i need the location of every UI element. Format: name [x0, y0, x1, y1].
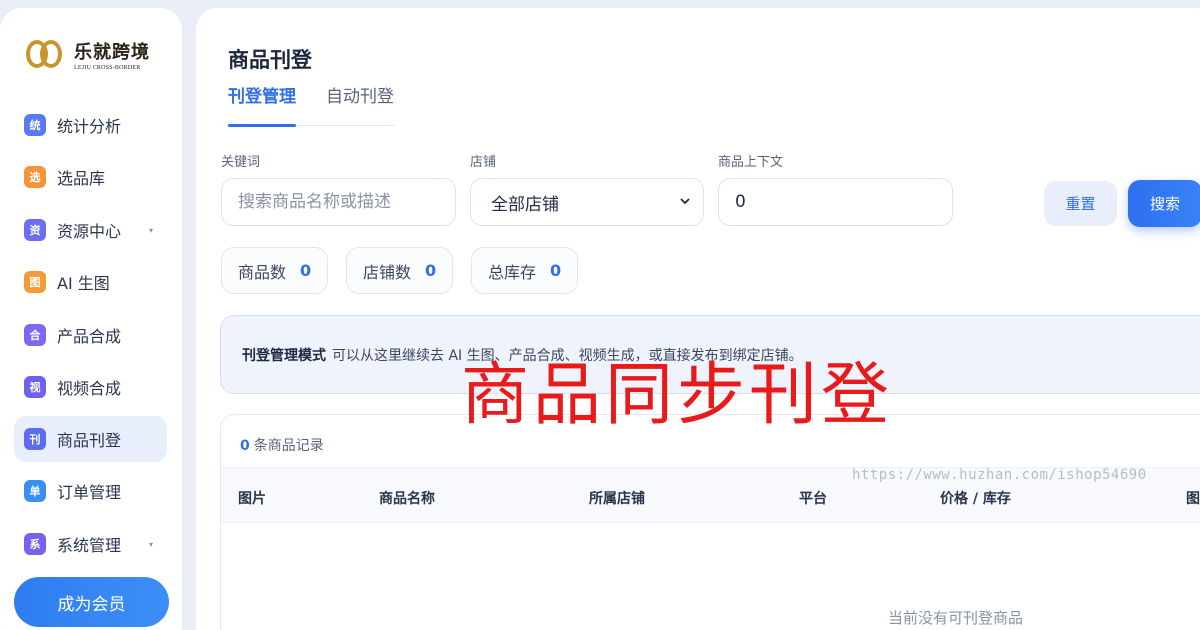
keyword-label: 关键词	[221, 155, 261, 170]
stat-label: 店铺数	[363, 262, 412, 282]
column-header-price-stock: 价格 / 库存	[940, 491, 1011, 507]
sidebar-item[interactable]: 统统计分析	[14, 102, 167, 148]
sidebar-item-icon: 单	[24, 480, 46, 502]
sidebar-item-icon: 系	[24, 533, 46, 555]
logo-mark-icon	[24, 34, 72, 74]
store-label: 店铺	[470, 155, 497, 170]
record-count-value: 0	[240, 438, 250, 454]
sidebar-item-icon: 刊	[24, 428, 46, 450]
stat-value: 0	[425, 261, 437, 280]
stat-value: 0	[300, 261, 312, 280]
search-button[interactable]: 搜索	[1128, 180, 1200, 227]
sidebar-item-label: AI 生图	[57, 274, 110, 293]
stat-label: 商品数	[238, 262, 287, 282]
become-member-button[interactable]: 成为会员	[14, 577, 169, 627]
reset-button[interactable]: 重置	[1044, 181, 1117, 226]
column-header-platform: 平台	[799, 491, 827, 507]
brand-name: 乐就跨境	[74, 41, 150, 63]
chevron-down-icon	[680, 198, 690, 205]
sidebar-item-icon: 资	[24, 219, 46, 241]
sidebar-item-icon: 视	[24, 376, 46, 398]
store-select[interactable]: 全部店铺	[470, 178, 704, 226]
sidebar-item[interactable]: 单订单管理	[14, 468, 167, 514]
sidebar-item-label: 资源中心	[57, 222, 122, 241]
column-header-image: 图片	[238, 491, 266, 507]
sidebar-item-label: 商品刊登	[57, 431, 122, 450]
stat-label: 总库存	[488, 262, 537, 282]
tab-auto-listing[interactable]: 自动刊登	[326, 82, 394, 107]
page-title: 商品刊登	[228, 48, 312, 72]
sidebar-item[interactable]: 视视频合成	[14, 364, 167, 410]
product-table: 0 条商品记录 图片 商品名称 所属店铺 平台 价格 / 库存 图 当前没有可刊登…	[220, 414, 1200, 630]
stat-product-count: 商品数 0	[221, 247, 329, 294]
column-header-partial: 图	[1186, 491, 1200, 507]
record-count: 0 条商品记录	[240, 435, 324, 455]
sidebar-item[interactable]: 选选品库	[14, 154, 167, 200]
sidebar: 乐就跨境 LEJIU CROSS-BORDER 统统计分析选选品库资资源中心 ▾ 图…	[0, 8, 182, 630]
context-input[interactable]	[718, 178, 953, 226]
sidebar-item-label: 系统管理	[57, 536, 122, 555]
sidebar-item-label: 统计分析	[57, 117, 122, 136]
stat-store-count: 店铺数 0	[346, 247, 454, 294]
keyword-search-input[interactable]	[221, 178, 456, 226]
notice-title: 刊登管理模式	[242, 347, 326, 364]
sidebar-item-icon: 选	[24, 166, 46, 188]
sidebar-item-label: 选品库	[57, 169, 106, 188]
sidebar-item-icon: 图	[24, 271, 46, 293]
expand-caret-icon: ▾	[148, 225, 153, 235]
sidebar-item[interactable]: 资资源中心 ▾	[14, 207, 167, 253]
sidebar-item-label: 视频合成	[57, 379, 122, 398]
brand-logo[interactable]: 乐就跨境 LEJIU CROSS-BORDER	[24, 34, 150, 74]
sidebar-item[interactable]: 合产品合成	[14, 312, 167, 358]
stat-total-stock: 总库存 0	[471, 247, 579, 294]
sidebar-item[interactable]: 图 AI 生图	[14, 259, 167, 305]
store-select-value: 全部店铺	[491, 194, 559, 215]
sidebar-item[interactable]: 系系统管理 ▾	[14, 521, 167, 567]
sidebar-item[interactable]: 刊商品刊登	[14, 416, 167, 462]
brand-name-en: LEJIU CROSS-BORDER	[74, 64, 141, 71]
record-count-label: 条商品记录	[253, 438, 324, 454]
sidebar-item-label: 产品合成	[57, 327, 122, 346]
sidebar-item-label: 订单管理	[57, 483, 122, 502]
column-header-product-name: 商品名称	[379, 491, 435, 507]
stat-value: 0	[550, 261, 562, 280]
active-tab-indicator	[228, 124, 296, 127]
expand-caret-icon: ▾	[148, 539, 153, 549]
context-label: 商品上下文	[718, 155, 784, 170]
column-header-store: 所属店铺	[589, 491, 645, 507]
overlay-title: 商品同步刊登	[461, 356, 894, 435]
sidebar-item-icon: 合	[24, 324, 46, 346]
empty-state-text: 当前没有可刊登商品	[888, 609, 1024, 627]
main-panel: 商品刊登 刊登管理 自动刊登 关键词 店铺 全部店铺 商品上下文 重置 搜索 商…	[196, 8, 1200, 630]
watermark-url: https://www.huzhan.com/ishop54690	[852, 467, 1147, 483]
sidebar-item-icon: 统	[24, 114, 46, 136]
tab-listing-management[interactable]: 刊登管理	[228, 82, 296, 107]
